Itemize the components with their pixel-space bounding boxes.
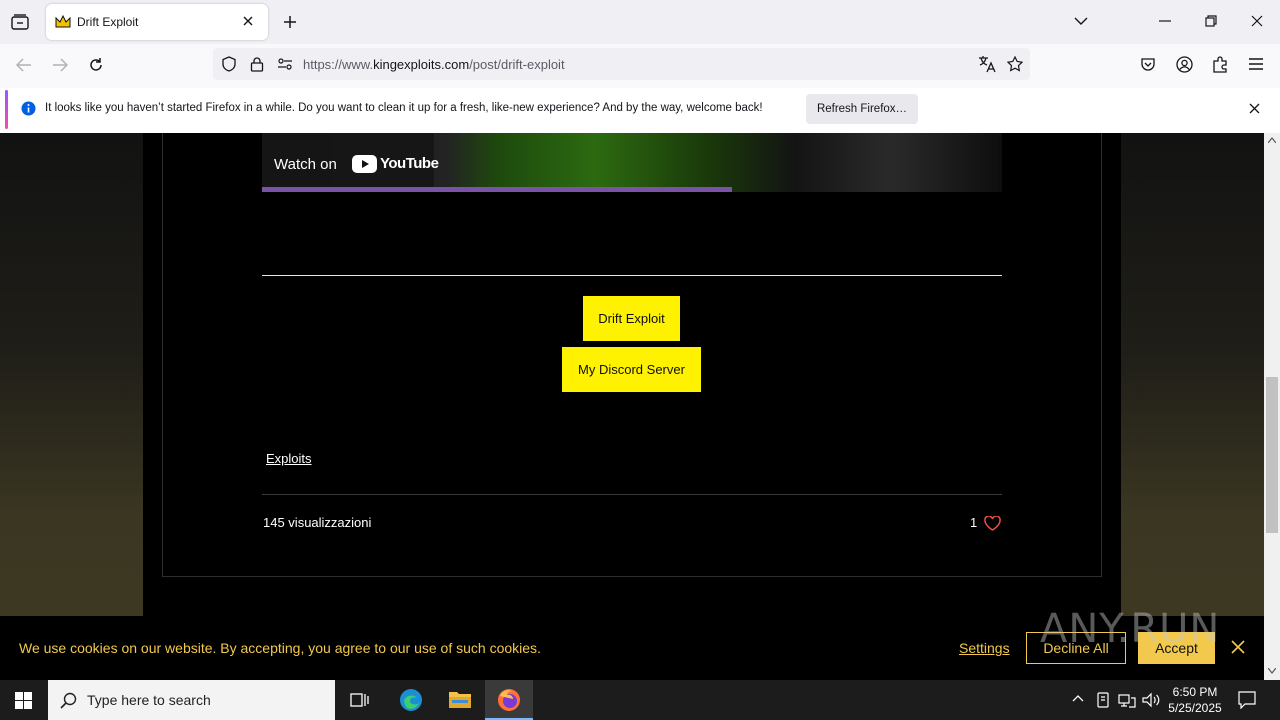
account-icon[interactable] bbox=[1176, 56, 1193, 73]
navigation-toolbar: https://www.kingexploits.com/post/drift-… bbox=[0, 44, 1280, 88]
windows-taskbar: Type here to search 6:50 PM 5/25/2025 bbox=[0, 680, 1280, 720]
anyrun-watermark: ANY.RUN bbox=[1040, 606, 1221, 652]
close-window-icon[interactable] bbox=[1251, 15, 1263, 27]
cookie-message: We use cookies on our website. By accept… bbox=[19, 640, 541, 656]
url-path: /post/drift-exploit bbox=[469, 57, 565, 72]
search-placeholder: Type here to search bbox=[87, 692, 211, 708]
network-icon[interactable] bbox=[1118, 692, 1136, 708]
tab-drift-exploit[interactable]: Drift Exploit bbox=[46, 4, 268, 40]
crown-favicon-icon bbox=[55, 15, 71, 29]
info-icon bbox=[21, 101, 36, 116]
edge-browser-icon[interactable] bbox=[399, 688, 423, 712]
stats-divider bbox=[262, 494, 1002, 495]
show-hidden-icons-chevron-icon[interactable] bbox=[1072, 694, 1084, 702]
task-view-icon[interactable] bbox=[350, 691, 370, 709]
firefox-taskbar-button[interactable] bbox=[485, 680, 533, 720]
notification-message: It looks like you haven’t started Firefo… bbox=[45, 102, 763, 114]
refresh-firefox-button[interactable]: Refresh Firefox… bbox=[806, 94, 918, 124]
app-menu-icon[interactable] bbox=[1249, 58, 1263, 70]
new-tab-icon[interactable] bbox=[283, 15, 297, 29]
url-host: kingexploits.com bbox=[373, 57, 470, 72]
post-divider bbox=[262, 275, 1002, 276]
tab-strip: Drift Exploit bbox=[0, 0, 1280, 44]
view-count: 145 visualizzazioni bbox=[263, 515, 372, 530]
file-explorer-icon[interactable] bbox=[448, 689, 472, 709]
url-text: https://www.kingexploits.com/post/drift-… bbox=[303, 57, 565, 72]
close-tab-icon[interactable] bbox=[242, 15, 254, 27]
discord-server-button[interactable]: My Discord Server bbox=[562, 347, 701, 392]
video-progress-bar bbox=[262, 187, 732, 192]
web-page: Watch on YouTube Drift Exploit My Discor… bbox=[0, 133, 1264, 680]
clock-date: 5/25/2025 bbox=[1168, 701, 1222, 715]
firefox-refresh-notification: It looks like you haven’t started Firefo… bbox=[0, 88, 1280, 134]
system-clock[interactable]: 6:50 PM 5/25/2025 bbox=[1166, 684, 1224, 716]
watch-on-label: Watch on bbox=[274, 156, 337, 173]
firefox-view-icon[interactable] bbox=[11, 14, 29, 30]
close-notification-icon[interactable] bbox=[1249, 103, 1260, 114]
page-scrollbar[interactable] bbox=[1264, 133, 1280, 680]
scroll-down-arrow-icon[interactable] bbox=[1268, 668, 1276, 674]
youtube-play-icon bbox=[352, 155, 377, 173]
taskbar-search-box[interactable]: Type here to search bbox=[48, 680, 335, 720]
heart-icon[interactable] bbox=[984, 516, 1001, 531]
close-cookie-banner-icon[interactable] bbox=[1230, 639, 1246, 655]
bookmark-star-icon[interactable] bbox=[1007, 56, 1023, 72]
tab-title: Drift Exploit bbox=[77, 15, 139, 29]
translate-icon[interactable] bbox=[978, 55, 996, 73]
firefox-icon bbox=[497, 688, 521, 712]
notification-accent bbox=[5, 90, 8, 129]
windows-start-icon[interactable] bbox=[15, 692, 32, 709]
url-scheme: https://www. bbox=[303, 57, 374, 72]
tracking-shield-icon[interactable] bbox=[221, 56, 237, 72]
permissions-icon[interactable] bbox=[277, 57, 293, 71]
youtube-video-embed[interactable]: Watch on YouTube bbox=[262, 133, 1002, 192]
minimize-icon[interactable] bbox=[1159, 20, 1171, 22]
address-bar[interactable]: https://www.kingexploits.com/post/drift-… bbox=[213, 48, 1030, 80]
scrollbar-thumb[interactable] bbox=[1266, 377, 1278, 533]
watch-on-youtube-overlay[interactable]: Watch on YouTube bbox=[262, 133, 439, 192]
youtube-wordmark: YouTube bbox=[380, 155, 439, 172]
list-tabs-chevron-icon[interactable] bbox=[1074, 16, 1088, 26]
restore-icon[interactable] bbox=[1205, 15, 1217, 27]
lock-icon[interactable] bbox=[250, 56, 264, 72]
pocket-icon[interactable] bbox=[1140, 57, 1156, 73]
notifications-icon[interactable] bbox=[1238, 691, 1256, 709]
content-column bbox=[143, 133, 1121, 680]
search-icon bbox=[60, 692, 77, 709]
device-icon[interactable] bbox=[1096, 692, 1110, 708]
reload-icon[interactable] bbox=[88, 57, 104, 73]
scroll-up-arrow-icon[interactable] bbox=[1268, 137, 1276, 143]
clock-time: 6:50 PM bbox=[1172, 685, 1218, 699]
drift-exploit-button[interactable]: Drift Exploit bbox=[583, 296, 680, 341]
cookie-settings-link[interactable]: Settings bbox=[959, 640, 1010, 656]
volume-icon[interactable] bbox=[1142, 692, 1160, 708]
like-count: 1 bbox=[970, 515, 978, 530]
back-arrow-icon[interactable] bbox=[16, 58, 32, 72]
forward-arrow-icon[interactable] bbox=[52, 58, 68, 72]
category-link-exploits[interactable]: Exploits bbox=[266, 451, 312, 466]
extensions-puzzle-icon[interactable] bbox=[1212, 56, 1229, 73]
